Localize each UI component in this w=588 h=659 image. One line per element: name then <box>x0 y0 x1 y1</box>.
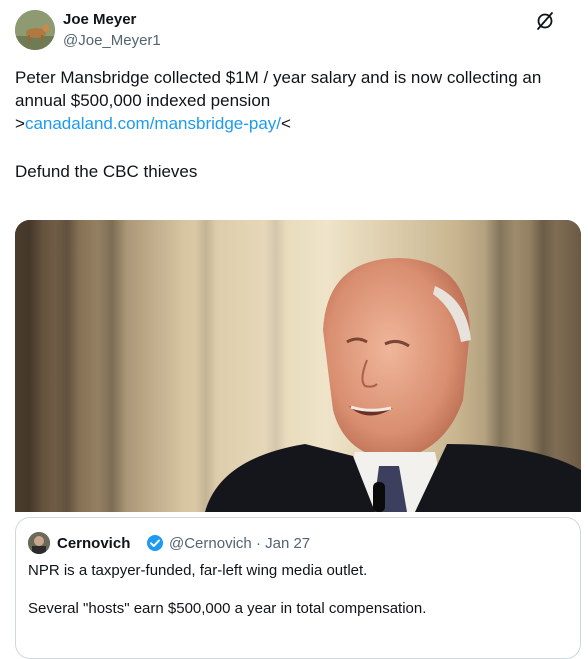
quote-text-2: Several "hosts" earn $500,000 a year in … <box>28 600 427 617</box>
tweet-line-3: Defund the CBC thieves <box>15 162 198 181</box>
quote-date[interactable]: Jan 27 <box>265 535 310 552</box>
verified-badge-icon <box>147 535 163 551</box>
link-prefix: > <box>15 114 25 133</box>
quote-author-name[interactable]: Cernovich <box>57 535 130 552</box>
tweet-link-line: >canadaland.com/mansbridge-pay/< <box>15 112 575 135</box>
tweet-link[interactable]: canadaland.com/mansbridge-pay/ <box>25 114 281 133</box>
quote-author-handle[interactable]: @Cernovich <box>169 535 252 552</box>
tweet-line-1: Peter Mansbridge collected $1M / year sa… <box>15 68 542 110</box>
grok-icon[interactable] <box>534 10 556 32</box>
tweet-photo[interactable] <box>15 220 581 512</box>
author-avatar[interactable] <box>15 10 55 50</box>
quote-text-1: NPR is a taxpyer-funded, far-left wing m… <box>28 562 368 579</box>
quote-separator: · <box>255 535 261 552</box>
quote-avatar[interactable] <box>28 532 50 554</box>
tweet-text: Peter Mansbridge collected $1M / year sa… <box>15 66 575 183</box>
author-name[interactable]: Joe Meyer <box>63 11 136 28</box>
quote-meta: @Cernovich · Jan 27 <box>169 535 310 552</box>
tweet: Joe Meyer @Joe_Meyer1 Peter Mansbridge c… <box>0 0 588 659</box>
author-handle[interactable]: @Joe_Meyer1 <box>63 32 161 49</box>
quoted-tweet[interactable]: Cernovich @Cernovich · Jan 27 NPR is a t… <box>15 517 581 659</box>
link-suffix: < <box>281 114 291 133</box>
